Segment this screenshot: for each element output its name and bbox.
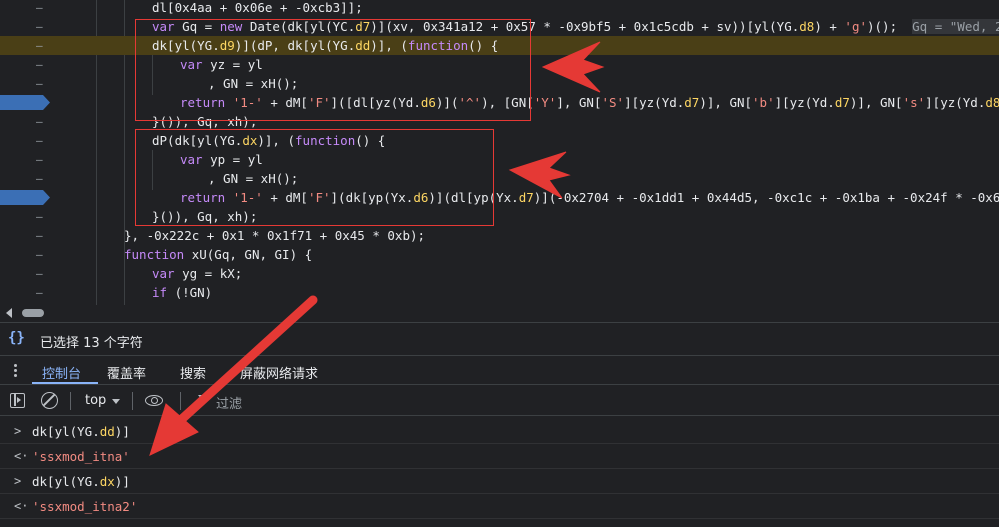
arrow-shaft bbox=[167, 295, 318, 433]
annotation-arrows bbox=[149, 41, 605, 456]
arrow-icon bbox=[541, 41, 605, 93]
arrow-icon bbox=[508, 151, 571, 199]
